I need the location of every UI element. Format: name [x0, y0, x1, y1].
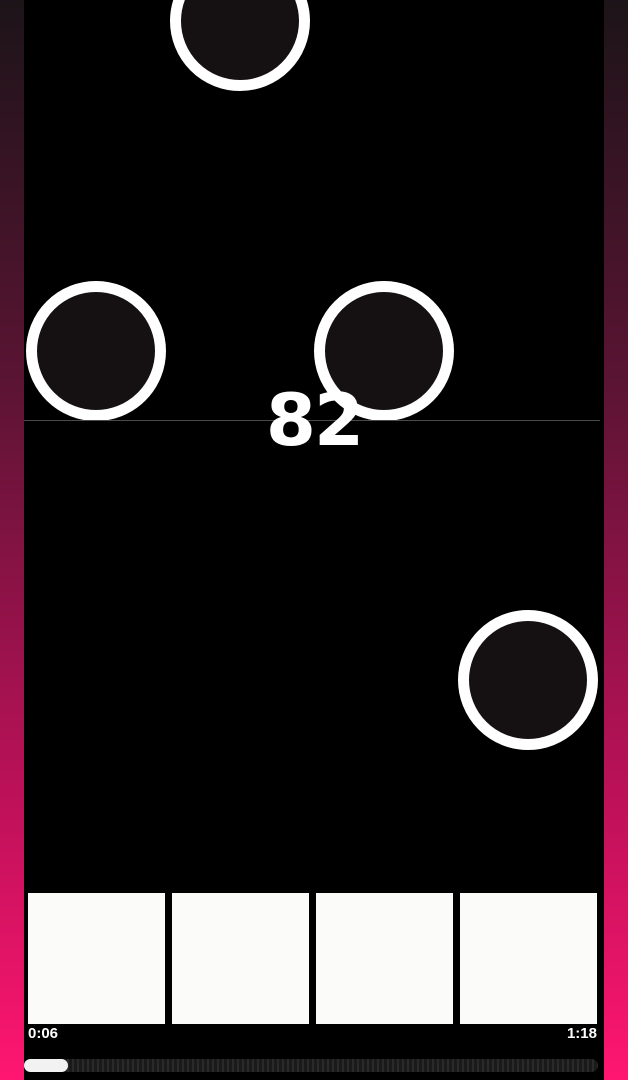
- elapsed-time: 0:06: [28, 1025, 59, 1042]
- lane-2-button[interactable]: [172, 893, 309, 1024]
- score-counter: 82: [265, 378, 364, 462]
- lane-1-button[interactable]: [28, 893, 165, 1024]
- right-side-glow: [604, 0, 628, 1080]
- song-progress-bar[interactable]: [24, 1059, 598, 1072]
- falling-note[interactable]: [458, 610, 598, 750]
- song-progress-fill: [24, 1059, 68, 1072]
- falling-note[interactable]: [26, 281, 166, 421]
- total-time: 1:18: [566, 1025, 597, 1042]
- lane-3-button[interactable]: [316, 893, 453, 1024]
- lane-4-button[interactable]: [460, 893, 597, 1024]
- left-side-glow: [0, 0, 24, 1080]
